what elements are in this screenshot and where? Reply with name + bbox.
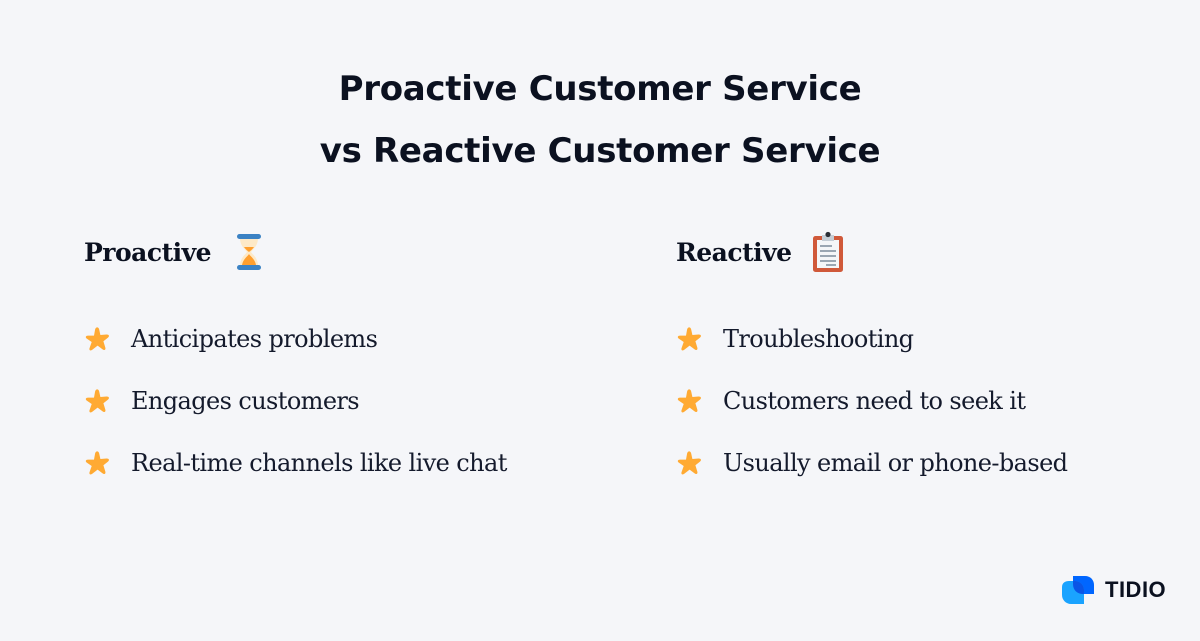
list-item-text: Customers need to seek it: [723, 387, 1026, 415]
list-item: Real-time channels like live chat: [84, 432, 507, 494]
title-line-1: Proactive Customer Service: [338, 69, 862, 109]
list-item: Usually email or phone-based: [676, 432, 1068, 494]
list-item-text: Real-time channels like live chat: [131, 449, 507, 477]
list-item: Customers need to seek it: [676, 370, 1067, 432]
list-item-text: Troubleshooting: [723, 325, 914, 353]
proactive-column: Proactive Anticipates problems Engages c…: [84, 228, 507, 494]
brand-name: TIDIO: [1105, 577, 1167, 602]
reactive-heading: Reactive: [676, 228, 1067, 276]
list-item: Anticipates problems: [84, 308, 507, 370]
page-title: Proactive Customer Service vs Reactive C…: [0, 58, 1200, 182]
title-line-2: vs Reactive Customer Service: [319, 131, 881, 171]
reactive-column: Reactive Troubleshooting Customers need …: [676, 228, 1068, 494]
tidio-logo-icon: [1061, 574, 1095, 606]
star-icon: [84, 449, 112, 477]
star-icon: [84, 387, 112, 415]
list-item: Troubleshooting: [676, 308, 1067, 370]
star-icon: [676, 325, 704, 353]
reactive-list: Troubleshooting Customers need to seek i…: [676, 308, 1068, 494]
list-item-text: Anticipates problems: [131, 325, 378, 353]
star-icon: [84, 325, 112, 353]
list-item-text: Engages customers: [131, 387, 360, 415]
star-icon: [676, 387, 704, 415]
list-item-text: Usually email or phone-based: [723, 449, 1068, 477]
proactive-heading-text: Proactive: [84, 237, 212, 267]
star-icon: [676, 449, 704, 477]
proactive-heading: Proactive: [84, 228, 507, 276]
reactive-heading-text: Reactive: [676, 237, 792, 267]
brand: TIDIO: [1061, 574, 1166, 606]
hourglass-icon: [231, 230, 267, 274]
clipboard-icon: [810, 230, 846, 274]
list-item: Engages customers: [84, 370, 507, 432]
proactive-list: Anticipates problems Engages customers R…: [84, 308, 507, 494]
